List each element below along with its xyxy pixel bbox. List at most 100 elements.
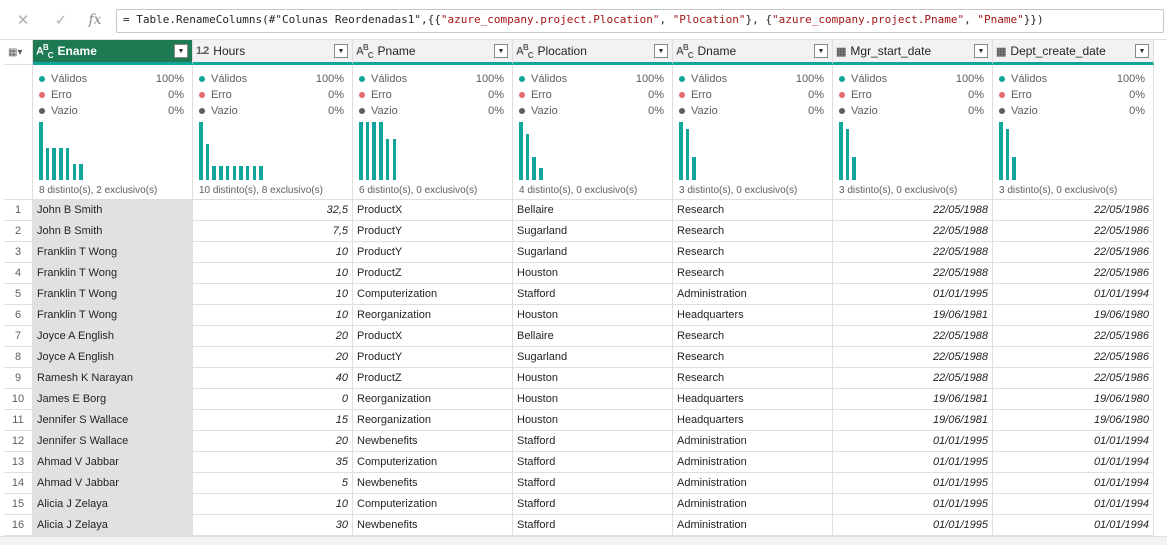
distribution-bar[interactable] bbox=[379, 122, 383, 180]
table-cell[interactable]: Administration bbox=[673, 431, 833, 452]
table-cell[interactable]: 10 bbox=[193, 242, 353, 263]
row-number[interactable]: 7 bbox=[4, 326, 33, 347]
column-header-ename[interactable]: ABC Ename ▼ bbox=[33, 40, 193, 65]
table-cell[interactable]: Headquarters bbox=[673, 410, 833, 431]
distribution-bar[interactable] bbox=[839, 122, 843, 180]
table-cell[interactable]: 5 bbox=[193, 473, 353, 494]
row-number[interactable]: 12 bbox=[4, 431, 33, 452]
distribution-bar[interactable] bbox=[679, 122, 683, 180]
row-number[interactable]: 13 bbox=[4, 452, 33, 473]
table-cell[interactable]: 19/06/1981 bbox=[833, 305, 993, 326]
table-cell[interactable]: Administration bbox=[673, 473, 833, 494]
distribution-bar[interactable] bbox=[199, 122, 203, 180]
table-cell[interactable]: 19/06/1980 bbox=[993, 410, 1154, 431]
date-type-icon[interactable]: ▦ bbox=[996, 45, 1006, 58]
table-cell[interactable]: Stafford bbox=[513, 494, 673, 515]
table-cell[interactable]: ProductZ bbox=[353, 368, 513, 389]
table-cell[interactable]: ProductZ bbox=[353, 263, 513, 284]
table-cell[interactable]: 20 bbox=[193, 431, 353, 452]
table-menu-icon[interactable]: ▦▾ bbox=[4, 40, 33, 65]
distribution-bar[interactable] bbox=[39, 122, 43, 180]
table-cell[interactable]: ProductY bbox=[353, 242, 513, 263]
table-cell[interactable]: Research bbox=[673, 200, 833, 221]
table-cell[interactable]: Ahmad V Jabbar bbox=[33, 452, 193, 473]
table-cell[interactable]: 01/01/1994 bbox=[993, 515, 1154, 536]
table-cell[interactable]: Computerization bbox=[353, 284, 513, 305]
table-cell[interactable]: Stafford bbox=[513, 431, 673, 452]
dropdown-icon[interactable]: ▼ bbox=[1135, 44, 1149, 58]
table-cell[interactable]: 15 bbox=[193, 410, 353, 431]
value-distribution-chart[interactable] bbox=[39, 122, 189, 180]
decimal-type-icon[interactable]: 1.2 bbox=[196, 45, 209, 57]
column-header-pname[interactable]: ABC Pname ▼ bbox=[353, 40, 513, 65]
distribution-bar[interactable] bbox=[685, 129, 690, 180]
table-cell[interactable]: 19/06/1981 bbox=[833, 410, 993, 431]
table-cell[interactable]: 19/06/1980 bbox=[993, 389, 1154, 410]
distribution-bar[interactable] bbox=[372, 122, 376, 180]
distribution-bar[interactable] bbox=[219, 166, 223, 180]
dropdown-icon[interactable]: ▼ bbox=[814, 44, 828, 58]
column-header-dname[interactable]: ABC Dname ▼ bbox=[673, 40, 833, 65]
table-cell[interactable]: Research bbox=[673, 263, 833, 284]
distribution-bar[interactable] bbox=[59, 148, 63, 180]
check-icon[interactable]: ✓ bbox=[50, 9, 72, 31]
table-cell[interactable]: Stafford bbox=[513, 515, 673, 536]
table-cell[interactable]: 7,5 bbox=[193, 221, 353, 242]
horizontal-scrollbar[interactable] bbox=[0, 536, 1167, 545]
table-cell[interactable]: 19/06/1980 bbox=[993, 305, 1154, 326]
table-cell[interactable]: Franklin T Wong bbox=[33, 284, 193, 305]
table-cell[interactable]: 22/05/1986 bbox=[993, 242, 1154, 263]
table-cell[interactable]: Houston bbox=[513, 263, 673, 284]
column-header-hours[interactable]: 1.2 Hours ▼ bbox=[193, 40, 353, 65]
table-cell[interactable]: Administration bbox=[673, 515, 833, 536]
table-cell[interactable]: Newbenefits bbox=[353, 431, 513, 452]
table-cell[interactable]: ProductY bbox=[353, 221, 513, 242]
distribution-bar[interactable] bbox=[525, 134, 530, 180]
distribution-bar[interactable] bbox=[212, 166, 216, 180]
date-type-icon[interactable]: ▦ bbox=[836, 45, 846, 58]
table-cell[interactable]: ProductX bbox=[353, 200, 513, 221]
table-cell[interactable]: Research bbox=[673, 221, 833, 242]
table-cell[interactable]: 01/01/1994 bbox=[993, 452, 1154, 473]
column-header-plocation[interactable]: ABC Plocation ▼ bbox=[513, 40, 673, 65]
row-number[interactable]: 10 bbox=[4, 389, 33, 410]
dropdown-icon[interactable]: ▼ bbox=[494, 44, 508, 58]
distribution-bar[interactable] bbox=[65, 148, 70, 180]
table-cell[interactable]: 22/05/1986 bbox=[993, 368, 1154, 389]
table-cell[interactable]: 01/01/1995 bbox=[833, 284, 993, 305]
distribution-bar[interactable] bbox=[359, 122, 363, 180]
value-distribution-chart[interactable] bbox=[999, 122, 1149, 180]
table-cell[interactable]: 01/01/1994 bbox=[993, 473, 1154, 494]
table-cell[interactable]: Headquarters bbox=[673, 389, 833, 410]
row-number[interactable]: 5 bbox=[4, 284, 33, 305]
table-cell[interactable]: Newbenefits bbox=[353, 515, 513, 536]
distribution-bar[interactable] bbox=[252, 166, 257, 180]
table-cell[interactable]: Stafford bbox=[513, 284, 673, 305]
table-cell[interactable]: Sugarland bbox=[513, 347, 673, 368]
table-cell[interactable]: Stafford bbox=[513, 452, 673, 473]
distribution-bar[interactable] bbox=[239, 166, 243, 180]
distribution-bar[interactable] bbox=[232, 166, 236, 180]
distribution-bar[interactable] bbox=[72, 164, 76, 180]
table-cell[interactable]: 01/01/1994 bbox=[993, 494, 1154, 515]
table-cell[interactable]: 19/06/1981 bbox=[833, 389, 993, 410]
table-cell[interactable]: Houston bbox=[513, 305, 673, 326]
table-cell[interactable]: 22/05/1988 bbox=[833, 263, 993, 284]
table-cell[interactable]: 22/05/1988 bbox=[833, 326, 993, 347]
table-cell[interactable]: 22/05/1988 bbox=[833, 221, 993, 242]
row-number[interactable]: 4 bbox=[4, 263, 33, 284]
value-distribution-chart[interactable] bbox=[679, 122, 829, 180]
table-cell[interactable]: 22/05/1986 bbox=[993, 326, 1154, 347]
distribution-bar[interactable] bbox=[225, 166, 230, 180]
table-cell[interactable]: Research bbox=[673, 242, 833, 263]
table-cell[interactable]: Jennifer S Wallace bbox=[33, 410, 193, 431]
table-cell[interactable]: Reorganization bbox=[353, 389, 513, 410]
table-cell[interactable]: Joyce A English bbox=[33, 347, 193, 368]
table-cell[interactable]: Research bbox=[673, 368, 833, 389]
table-cell[interactable]: Newbenefits bbox=[353, 473, 513, 494]
table-cell[interactable]: 0 bbox=[193, 389, 353, 410]
value-distribution-chart[interactable] bbox=[839, 122, 989, 180]
column-header-mgr-start-date[interactable]: ▦ Mgr_start_date ▼ bbox=[833, 40, 993, 65]
value-distribution-chart[interactable] bbox=[359, 122, 509, 180]
table-cell[interactable]: Headquarters bbox=[673, 305, 833, 326]
